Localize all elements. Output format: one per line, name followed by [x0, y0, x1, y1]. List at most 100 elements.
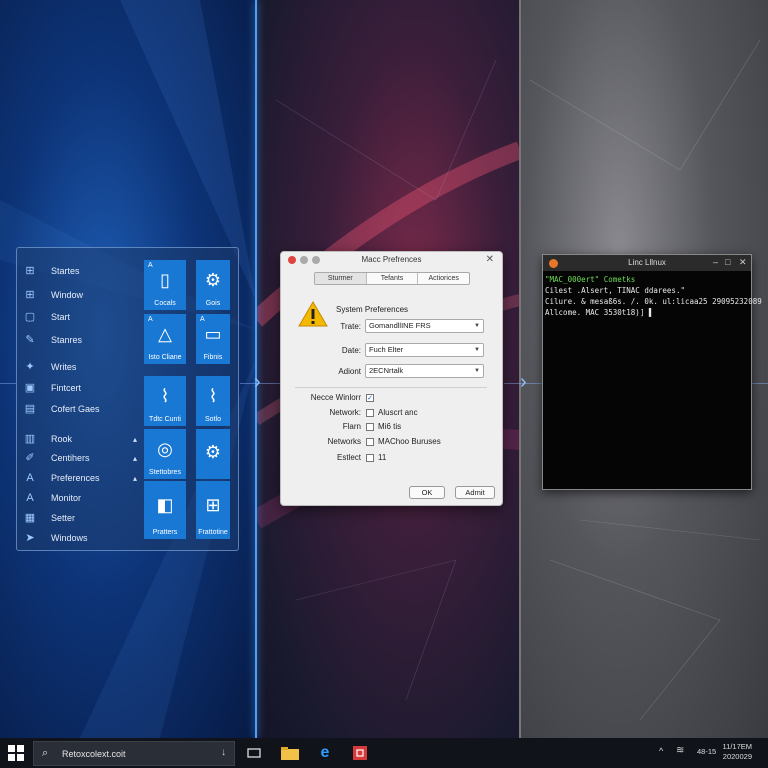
- arrow-right-icon: ›: [520, 371, 527, 393]
- network-icon[interactable]: ≋: [676, 745, 684, 756]
- admit-button[interactable]: Admit: [455, 486, 495, 499]
- start-menu-item[interactable]: ▤ Cofert Gaes: [23, 400, 100, 418]
- select-value: Fuch Elter: [369, 345, 404, 354]
- chevron-down-icon: ▼: [474, 347, 480, 353]
- field-label: Date:: [341, 346, 361, 355]
- start-menu-item[interactable]: ✐ Centihers ▴: [23, 449, 137, 467]
- store-glyph: [353, 746, 367, 760]
- windows-start-icon[interactable]: [8, 745, 24, 761]
- chevron-up-icon[interactable]: ^: [659, 746, 663, 756]
- checkbox[interactable]: [366, 423, 374, 431]
- start-tile[interactable]: ⚙ Gois: [196, 260, 230, 310]
- tile-label: Isto Cliane: [148, 354, 182, 361]
- close-icon[interactable]: ✕: [739, 257, 747, 268]
- start-tile[interactable]: ◧ Pratters: [144, 481, 186, 539]
- separator: [295, 387, 487, 388]
- start-menu-item-label: Monitor: [51, 493, 82, 503]
- start-menu-item-label: Centihers: [51, 453, 90, 463]
- start-menu-item-label: Window: [51, 290, 84, 300]
- start-menu-item-label: Start: [51, 312, 71, 322]
- adiont-select[interactable]: 2ECNrtalk ▼: [365, 364, 484, 378]
- folder-glyph: [281, 747, 299, 760]
- checkbox[interactable]: [366, 438, 374, 446]
- start-menu-item[interactable]: ▣ Fintcert: [23, 379, 81, 397]
- checkbox[interactable]: [366, 454, 374, 462]
- mic-icon[interactable]: ↓: [221, 747, 226, 758]
- terminal-line: Cilest .Alsert, TINAC ddarees.": [545, 286, 685, 295]
- search-input[interactable]: Retoxcolext.coit: [62, 749, 126, 759]
- file-explorer-icon[interactable]: [279, 742, 301, 764]
- tray-status[interactable]: 48-15: [697, 747, 716, 756]
- start-tile[interactable]: ▭ A Fibnis: [196, 314, 230, 364]
- tile-label: Stettobres: [149, 469, 181, 476]
- linux-terminal-window: Linc Lllnux – □ ✕ "MAC_000ert" Cometks Ci…: [542, 254, 762, 490]
- select-value: 2ECNrtalk: [369, 366, 404, 375]
- start-tile[interactable]: ▯ A Cocals: [144, 260, 186, 310]
- dialog-heading: System Preferences: [336, 305, 409, 314]
- checkbox[interactable]: [366, 409, 374, 417]
- start-tile[interactable]: ◎ Stettobres: [144, 429, 186, 479]
- start-menu-item[interactable]: ✦ Writes: [23, 358, 76, 376]
- checkbox-row-label: Network:: [329, 408, 361, 417]
- field-label: Adiont: [338, 367, 361, 376]
- ok-button[interactable]: OK: [409, 486, 445, 499]
- checkbox-label: Aluscrt anc: [378, 408, 418, 417]
- tab-bar: Sturmer Tefants Actiorices: [314, 272, 470, 285]
- checkbox-label: MAChoo Buruses: [378, 437, 441, 446]
- tile-label: Pratters: [152, 529, 178, 536]
- start-menu-item-label: Setter: [51, 513, 76, 523]
- tab-tefants[interactable]: Tefants: [367, 273, 419, 284]
- start-menu-item-label: Windows: [51, 533, 88, 543]
- start-menu-item[interactable]: ▥ Rook ▴: [23, 430, 137, 448]
- minimize-icon[interactable]: –: [713, 257, 718, 267]
- start-tile[interactable]: △ A Isto Cliane: [144, 314, 186, 364]
- start-tile[interactable]: ⊞ Frattotine: [196, 481, 230, 539]
- maximize-icon[interactable]: □: [725, 257, 730, 267]
- terminal-title: Linc Lllnux: [628, 258, 666, 267]
- edge-browser-icon[interactable]: e: [314, 742, 336, 764]
- start-tile[interactable]: ⚙: [196, 429, 230, 479]
- tile-label: Gois: [205, 300, 221, 307]
- start-menu-item[interactable]: ✎ Stanres: [23, 331, 82, 349]
- tile-corner-icon: A: [148, 262, 153, 269]
- panel-divider: [519, 0, 521, 738]
- start-tile[interactable]: ⌇ Sotlo: [196, 376, 230, 426]
- store-icon[interactable]: [349, 742, 371, 764]
- start-menu-item[interactable]: A Monitor: [23, 489, 81, 507]
- dialog-title: Macc Prefrences: [361, 255, 422, 264]
- search-icon: ⌕: [42, 747, 49, 759]
- terminal-line: "MAC_000ert" Cometks: [545, 275, 636, 284]
- close-x-icon[interactable]: ✕: [486, 254, 494, 265]
- select-value: GomandllINE FRS: [369, 321, 431, 330]
- checkbox[interactable]: ✓: [366, 394, 374, 402]
- taskbar-search[interactable]: ⌕ Retoxcolext.coit ↓: [33, 741, 235, 766]
- chevron-down-icon: ▼: [474, 368, 480, 374]
- task-view-icon[interactable]: [243, 742, 265, 764]
- table-icon: ▦: [24, 512, 36, 524]
- tab-actiorices[interactable]: Actiorices: [418, 273, 469, 284]
- start-menu-item[interactable]: ▢ Start: [23, 308, 70, 326]
- start-menu-item[interactable]: ▦ Setter: [23, 509, 75, 527]
- checkbox-row-label: Necce Winlorr: [310, 393, 361, 402]
- start-tile[interactable]: ⌇ Tdtc Cunti: [144, 376, 186, 426]
- tab-sturmer[interactable]: Sturmer: [315, 273, 367, 284]
- clock[interactable]: 11/17EM 2020029: [723, 742, 752, 762]
- connector-line: [0, 383, 16, 384]
- start-menu-item-label: Startes: [51, 266, 80, 276]
- square-icon: ▢: [24, 311, 36, 323]
- brush-icon: ✐: [25, 452, 35, 464]
- trate-select[interactable]: GomandllINE FRS ▼: [365, 319, 484, 333]
- tile-label: Tdtc Cunti: [149, 416, 181, 423]
- a-icon: A: [26, 492, 34, 504]
- gear-icon: ⚙: [204, 442, 222, 462]
- start-menu-item[interactable]: ➤ Windows: [23, 529, 88, 547]
- book-icon: ▥: [24, 433, 36, 445]
- checkbox-row-label: Estlect: [336, 453, 361, 462]
- start-menu-item[interactable]: A Preferences ▴: [23, 469, 137, 487]
- date-select[interactable]: Fuch Elter ▼: [365, 343, 484, 357]
- start-menu-item[interactable]: ⊞ Startes: [23, 262, 80, 280]
- pen-icon: ✎: [25, 334, 35, 346]
- checkbox-label: 11: [378, 453, 387, 462]
- map-icon: ▤: [24, 403, 36, 415]
- start-menu-item[interactable]: ⊞ Window: [23, 286, 83, 304]
